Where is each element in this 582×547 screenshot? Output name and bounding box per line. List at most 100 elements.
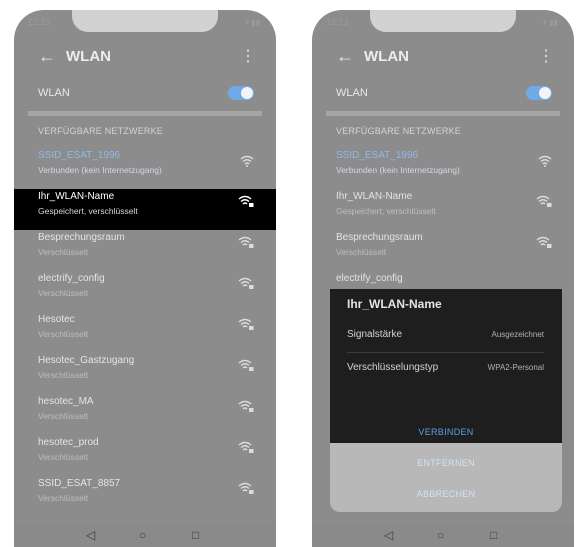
wlan-label: WLAN: [336, 87, 368, 99]
network-list: SSID_ESAT_1996 Verbunden (kein Internetz…: [14, 148, 276, 517]
wlan-toggle-row[interactable]: WLAN: [38, 82, 254, 104]
encryption-label: Verschlüsselungstyp: [347, 362, 439, 373]
phone-left: 12:13 ▾ ▮▮ ← WLAN ⋮ WLAN VERFÜGBARE NETZ…: [14, 10, 276, 547]
nav-home-icon[interactable]: ○: [139, 528, 146, 542]
network-item[interactable]: hesotec_prod Verschlüsselt: [14, 435, 276, 476]
network-details-dialog: Ihr_WLAN-Name Signalstärke Ausgezeichnet…: [330, 289, 562, 443]
network-item[interactable]: electrify_config Verschlüsselt: [14, 271, 276, 312]
network-status: Gespeichert, verschlüsselt: [336, 206, 436, 216]
nav-back-icon[interactable]: ◁: [86, 528, 95, 542]
wifi-lock-icon: [536, 195, 552, 213]
overflow-menu-icon[interactable]: ⋮: [240, 46, 256, 66]
wifi-lock-icon: [238, 400, 254, 418]
network-status: Verschlüsselt: [38, 329, 89, 339]
network-name: hesotec_prod: [38, 437, 99, 448]
wifi-lock-icon: [238, 482, 254, 500]
status-time: 12:13: [28, 17, 51, 27]
network-name: electrify_config: [38, 273, 105, 284]
overflow-menu-icon[interactable]: ⋮: [538, 46, 554, 66]
notch: [370, 10, 516, 32]
status-bar: 12:13 ▾ ▮▮: [14, 10, 276, 32]
network-name: Hesotec_Gastzugang: [38, 355, 135, 366]
network-item[interactable]: Besprechungsraum Verschlüsselt: [312, 230, 574, 271]
signal-strength-value: Ausgezeichnet: [491, 330, 544, 339]
network-status: Verschlüsselt: [38, 288, 89, 298]
network-status: Gespeichert, verschlüsselt: [38, 206, 138, 216]
network-item[interactable]: Ihr_WLAN-Name Gespeichert, verschlüsselt: [312, 189, 574, 230]
network-name: electrify_config: [336, 273, 403, 284]
section-header: VERFÜGBARE NETZWERKE: [38, 126, 164, 136]
network-status: Verschlüsselt: [38, 247, 89, 257]
wifi-signal-icon: [240, 154, 254, 172]
network-status: Verschlüsselt: [38, 411, 89, 421]
app-bar: ← WLAN ⋮: [312, 42, 574, 72]
wlan-toggle-row[interactable]: WLAN: [336, 82, 552, 104]
dialog-title: Ihr_WLAN-Name: [347, 297, 442, 311]
toggle-knob: [241, 87, 253, 99]
nav-recents-icon[interactable]: □: [490, 528, 497, 542]
wlan-toggle-switch[interactable]: [526, 86, 552, 100]
page-title: WLAN: [364, 48, 409, 65]
status-icons: ▾ ▮▮: [244, 18, 260, 27]
nav-recents-icon[interactable]: □: [192, 528, 199, 542]
status-icons: ▾ ▮▮: [542, 18, 558, 27]
network-name: SSID_ESAT_1996: [336, 150, 419, 161]
nav-home-icon[interactable]: ○: [437, 528, 444, 542]
cancel-button[interactable]: ABBRECHEN: [330, 489, 562, 499]
signal-strength-row: Signalstärke Ausgezeichnet: [347, 323, 544, 351]
network-item[interactable]: Hesotec_Gastzugang Verschlüsselt: [14, 353, 276, 394]
app-bar: ← WLAN ⋮: [14, 42, 276, 72]
network-name: Besprechungsraum: [38, 232, 125, 243]
network-name: SSID_ESAT_8857: [38, 478, 121, 489]
signal-strength-label: Signalstärke: [347, 329, 403, 340]
network-status: Verschlüsselt: [38, 370, 89, 380]
nav-bar: ◁ ○ □: [312, 523, 574, 547]
remove-button[interactable]: ENTFERNEN: [330, 458, 562, 468]
wifi-lock-icon: [238, 277, 254, 295]
network-list: SSID_ESAT_1996 Verbunden (kein Internetz…: [312, 148, 574, 312]
network-item[interactable]: Hesotec Verschlüsselt: [14, 312, 276, 353]
wifi-lock-icon: [238, 318, 254, 336]
network-name: Ihr_WLAN-Name: [38, 191, 115, 202]
network-name: SSID_ESAT_1996: [38, 150, 121, 161]
wifi-lock-icon: [536, 236, 552, 254]
wifi-lock-icon: [238, 195, 254, 213]
notch: [72, 10, 218, 32]
network-status: Verbunden (kein Internetzugang): [336, 165, 460, 175]
nav-bar: ◁ ○ □: [14, 523, 276, 547]
network-name: Ihr_WLAN-Name: [336, 191, 413, 202]
section-header: VERFÜGBARE NETZWERKE: [336, 126, 462, 136]
network-name: hesotec_MA: [38, 396, 94, 407]
divider: [326, 111, 560, 116]
network-item[interactable]: SSID_ESAT_8857 Verschlüsselt: [14, 476, 276, 517]
dialog-divider: [347, 352, 544, 353]
network-status: Verschlüsselt: [38, 452, 89, 462]
back-arrow-icon[interactable]: ←: [38, 46, 56, 67]
network-item[interactable]: SSID_ESAT_1996 Verbunden (kein Internetz…: [14, 148, 276, 189]
network-item[interactable]: Besprechungsraum Verschlüsselt: [14, 230, 276, 271]
encryption-value: WPA2-Personal: [487, 363, 544, 372]
status-time: 12:13: [326, 17, 349, 27]
status-bar: 12:13 ▾ ▮▮: [312, 10, 574, 32]
wifi-signal-icon: [538, 154, 552, 172]
divider: [28, 111, 262, 116]
network-name: Hesotec: [38, 314, 75, 325]
network-item[interactable]: SSID_ESAT_1996 Verbunden (kein Internetz…: [312, 148, 574, 189]
page-title: WLAN: [66, 48, 111, 65]
wlan-label: WLAN: [38, 87, 70, 99]
network-status: Verschlüsselt: [38, 493, 89, 503]
nav-back-icon[interactable]: ◁: [384, 528, 393, 542]
connect-button[interactable]: VERBINDEN: [330, 427, 562, 437]
encryption-row: Verschlüsselungstyp WPA2-Personal: [347, 356, 544, 384]
network-status: Verschlüsselt: [336, 247, 387, 257]
network-item-selected[interactable]: Ihr_WLAN-Name Gespeichert, verschlüsselt: [14, 189, 276, 230]
network-name: Besprechungsraum: [336, 232, 423, 243]
back-arrow-icon[interactable]: ←: [336, 46, 354, 67]
wifi-lock-icon: [238, 359, 254, 377]
wlan-toggle-switch[interactable]: [228, 86, 254, 100]
wifi-lock-icon: [238, 441, 254, 459]
network-item[interactable]: hesotec_MA Verschlüsselt: [14, 394, 276, 435]
network-status: Verbunden (kein Internetzugang): [38, 165, 162, 175]
toggle-knob: [539, 87, 551, 99]
wifi-lock-icon: [238, 236, 254, 254]
